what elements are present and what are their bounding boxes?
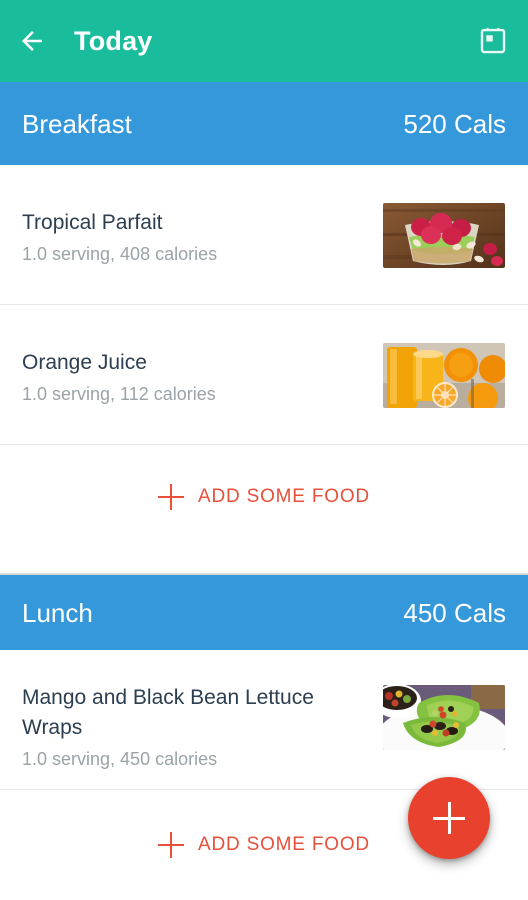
- table-row[interactable]: Tropical Parfait 1.0 serving, 408 calori…: [0, 165, 528, 305]
- meal-name: Lunch: [22, 597, 93, 628]
- meal-calories: 520 Cals: [403, 108, 506, 139]
- back-button[interactable]: [0, 0, 64, 82]
- food-thumbnail[interactable]: [383, 685, 505, 750]
- add-food-button-breakfast[interactable]: ADD SOME FOOD: [0, 445, 528, 548]
- orange-juice-photo: [383, 343, 505, 408]
- meal-calories: 450 Cals: [403, 597, 506, 628]
- page-title: Today: [74, 25, 153, 56]
- calendar-icon: [480, 27, 506, 54]
- food-text-block: Mango and Black Bean Lettuce Wraps 1.0 s…: [22, 683, 372, 773]
- plus-icon: [158, 832, 185, 858]
- arrow-back-icon: [22, 31, 42, 51]
- food-title: Mango and Black Bean Lettuce Wraps: [22, 686, 314, 739]
- food-subtitle: 1.0 serving, 450 calories: [22, 749, 218, 769]
- meal-header-breakfast[interactable]: Breakfast 520 Cals: [0, 82, 528, 165]
- add-food-label: ADD SOME FOOD: [198, 485, 370, 507]
- lettuce-wraps-photo: [383, 685, 505, 750]
- table-row[interactable]: Mango and Black Bean Lettuce Wraps 1.0 s…: [0, 650, 528, 790]
- food-thumbnail[interactable]: [383, 203, 505, 268]
- plus-icon: [433, 802, 465, 834]
- food-subtitle: 1.0 serving, 408 calories: [22, 244, 218, 264]
- food-text-block: Orange Juice 1.0 serving, 112 calories: [22, 348, 216, 408]
- add-food-fab[interactable]: [408, 777, 490, 859]
- meal-name: Breakfast: [22, 108, 132, 139]
- food-title: Orange Juice: [22, 351, 147, 374]
- plus-icon: [158, 483, 185, 510]
- add-food-label: ADD SOME FOOD: [198, 834, 370, 855]
- table-row[interactable]: Orange Juice 1.0 serving, 112 calories: [0, 305, 528, 445]
- app-bar: Today: [0, 0, 528, 82]
- food-title: Tropical Parfait: [22, 211, 163, 234]
- raspberry-parfait-photo: [383, 203, 505, 268]
- food-thumbnail[interactable]: [383, 343, 505, 408]
- calendar-button[interactable]: [458, 0, 528, 82]
- food-subtitle: 1.0 serving, 112 calories: [22, 384, 216, 404]
- food-text-block: Tropical Parfait 1.0 serving, 408 calori…: [22, 208, 217, 268]
- app-screen: Today Breakfast 520 Cals Tropical Parfai…: [0, 0, 528, 900]
- meal-header-lunch[interactable]: Lunch 450 Cals: [0, 575, 528, 650]
